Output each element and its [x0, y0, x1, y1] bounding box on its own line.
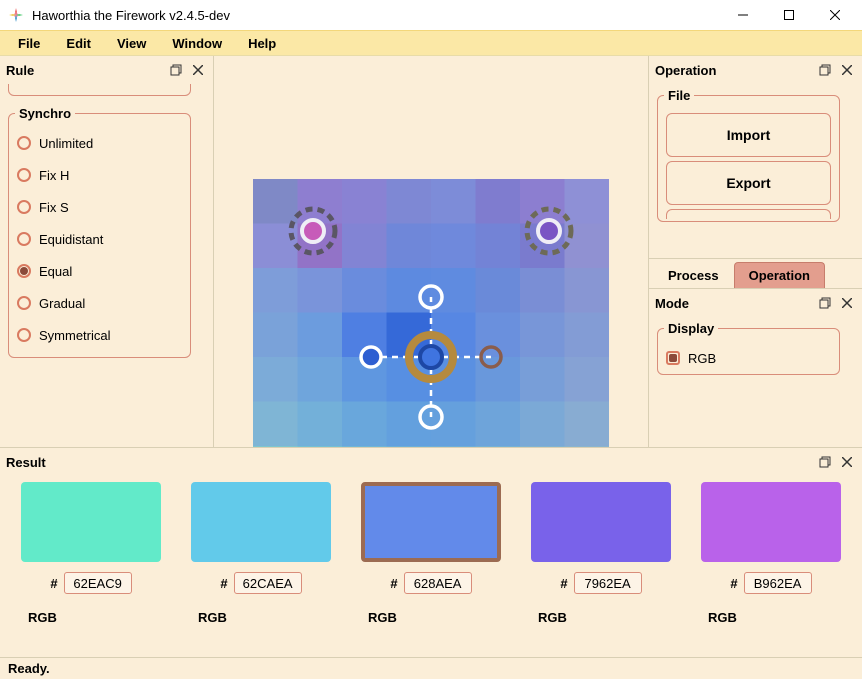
hash-label: # — [560, 576, 567, 591]
menu-file[interactable]: File — [6, 33, 52, 54]
rule-panel-title: Rule — [6, 63, 163, 78]
tab-operation[interactable]: Operation — [734, 262, 825, 288]
radio-rgb[interactable]: RGB — [664, 342, 833, 374]
radio-label: Equal — [39, 264, 72, 279]
swatch[interactable]: # RGB — [354, 482, 508, 625]
swatch[interactable]: # RGB — [14, 482, 168, 625]
swatch[interactable]: # RGB — [524, 482, 678, 625]
float-icon[interactable] — [816, 453, 834, 471]
menu-view[interactable]: View — [105, 33, 158, 54]
previous-group-edge: Custom — [8, 84, 191, 96]
radio-unlimited[interactable]: Unlimited — [15, 127, 184, 159]
synchro-legend: Synchro — [15, 106, 75, 121]
radio-equidistant[interactable]: Equidistant — [15, 223, 184, 255]
export-button[interactable]: Export — [666, 161, 831, 205]
hash-label: # — [390, 576, 397, 591]
swatch-color[interactable] — [361, 482, 501, 562]
radio-symmetrical[interactable]: Symmetrical — [15, 319, 184, 351]
swatch-sublabel: RGB — [198, 610, 227, 625]
radio-label: Fix S — [39, 200, 69, 215]
float-icon[interactable] — [816, 61, 834, 79]
radio-fix-s[interactable]: Fix S — [15, 191, 184, 223]
radio-label: Fix H — [39, 168, 69, 183]
swatch[interactable]: # RGB — [184, 482, 338, 625]
app-logo-icon — [8, 7, 24, 23]
hex-input[interactable] — [234, 572, 302, 594]
file-legend: File — [664, 88, 694, 103]
close-icon[interactable] — [838, 61, 856, 79]
hex-input[interactable] — [64, 572, 132, 594]
file-group: File Import Export — [657, 88, 840, 222]
swatch-sublabel: RGB — [538, 610, 567, 625]
hex-input[interactable] — [744, 572, 812, 594]
radio-label: Symmetrical — [39, 328, 111, 343]
float-icon[interactable] — [167, 61, 185, 79]
radio-label: Gradual — [39, 296, 85, 311]
radio-label: Equidistant — [39, 232, 103, 247]
close-icon[interactable] — [189, 61, 207, 79]
hash-label: # — [730, 576, 737, 591]
scrollbar[interactable] — [848, 84, 862, 258]
menu-help[interactable]: Help — [236, 33, 288, 54]
menu-edit[interactable]: Edit — [54, 33, 103, 54]
synchro-group: Synchro Unlimited Fix H Fix S Equidistant Eq… — [8, 106, 191, 358]
radio-fix-h[interactable]: Fix H — [15, 159, 184, 191]
swatch-color[interactable] — [191, 482, 331, 562]
menubar: File Edit View Window Help — [0, 30, 862, 56]
statusbar: Ready. — [0, 657, 862, 679]
radio-equal[interactable]: Equal — [15, 255, 184, 287]
float-icon[interactable] — [816, 294, 834, 312]
mode-panel-title: Mode — [655, 296, 812, 311]
hash-label: # — [220, 576, 227, 591]
swatch-sublabel: RGB — [368, 610, 397, 625]
swatch-sublabel: RGB — [708, 610, 737, 625]
radio-gradual[interactable]: Gradual — [15, 287, 184, 319]
status-text: Ready. — [8, 661, 50, 676]
minimize-button[interactable] — [720, 0, 766, 30]
swatch-sublabel: RGB — [28, 610, 57, 625]
close-icon[interactable] — [838, 294, 856, 312]
hex-input[interactable] — [574, 572, 642, 594]
menu-window[interactable]: Window — [160, 33, 234, 54]
window-title: Haworthia the Firework v2.4.5-dev — [32, 8, 720, 23]
swatch[interactable]: # RGB — [694, 482, 848, 625]
close-icon[interactable] — [838, 453, 856, 471]
hex-input[interactable] — [404, 572, 472, 594]
display-legend: Display — [664, 321, 718, 336]
hash-label: # — [50, 576, 57, 591]
rgb-label: RGB — [688, 351, 716, 366]
swatch-color[interactable] — [21, 482, 161, 562]
display-group: Display RGB — [657, 321, 840, 375]
swatch-color[interactable] — [531, 482, 671, 562]
import-button[interactable]: Import — [666, 113, 831, 157]
tab-process[interactable]: Process — [653, 262, 734, 288]
close-button[interactable] — [812, 0, 858, 30]
result-panel-title: Result — [6, 455, 812, 470]
radio-label: Unlimited — [39, 136, 93, 151]
titlebar: Haworthia the Firework v2.4.5-dev — [0, 0, 862, 30]
result-panel: Result # RGB # RGB # RGB # RGB # RGB — [0, 447, 862, 657]
maximize-button[interactable] — [766, 0, 812, 30]
operation-panel-title: Operation — [655, 63, 812, 78]
swatch-color[interactable] — [701, 482, 841, 562]
